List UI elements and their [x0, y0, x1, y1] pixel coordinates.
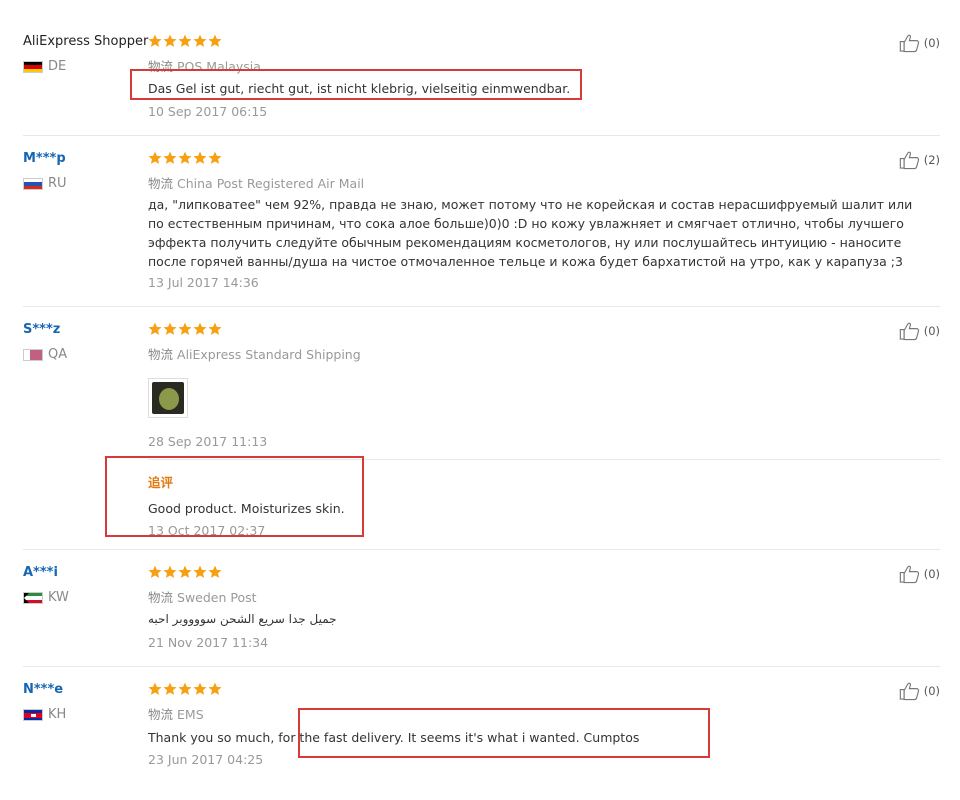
- review-date: 10 Sep 2017 06:15: [148, 104, 268, 119]
- country-flag-kw: [23, 592, 43, 604]
- review-text: جميل جدا سريع الشحن سووووبر احبه: [148, 612, 337, 626]
- highlight-box: [298, 708, 710, 758]
- reviewer-name[interactable]: N***e: [23, 682, 63, 697]
- logistics-label: 物流: [148, 347, 174, 362]
- logistics-carrier: China Post Registered Air Mail: [177, 176, 365, 191]
- country-flag-ru: [23, 178, 43, 190]
- like-button[interactable]: (2): [898, 150, 940, 170]
- logistics-label: 物流: [148, 176, 174, 191]
- reviewer-name[interactable]: A***i: [23, 565, 58, 580]
- like-button[interactable]: (0): [898, 321, 940, 341]
- like-button[interactable]: (0): [898, 33, 940, 53]
- reviewer-country: QA: [48, 347, 68, 362]
- star-rating: [148, 564, 222, 580]
- review-date: 23 Jun 2017 04:25: [148, 752, 264, 767]
- country-flag-qa: [23, 349, 43, 361]
- star-rating: [148, 681, 222, 697]
- reviewer-name[interactable]: M***p: [23, 151, 66, 166]
- review-divider: [23, 306, 940, 307]
- highlight-box: [105, 456, 364, 537]
- reviewer-country: KH: [48, 707, 67, 722]
- thumbs-up-icon: [899, 151, 920, 170]
- review-divider: [23, 666, 940, 667]
- star-rating: [148, 150, 222, 166]
- reviewer-name[interactable]: S***z: [23, 322, 60, 337]
- highlight-box: [130, 69, 582, 100]
- review-date: 28 Sep 2017 11:13: [148, 434, 268, 449]
- reviewer-name: AliExpress Shopper: [23, 34, 149, 49]
- like-count: (0): [923, 684, 940, 698]
- review-date: 13 Jul 2017 14:36: [148, 275, 259, 290]
- logistics-label: 物流: [148, 707, 174, 722]
- country-flag-de: [23, 61, 43, 73]
- like-button[interactable]: (0): [898, 681, 940, 701]
- thumbs-up-icon: [899, 322, 920, 341]
- logistics-carrier: AliExpress Standard Shipping: [177, 347, 361, 362]
- logistics-carrier: EMS: [177, 707, 204, 722]
- logistics-info: 物流 China Post Registered Air Mail: [148, 173, 364, 192]
- review-photo-thumbnail[interactable]: [148, 378, 188, 418]
- country-flag-kh: [23, 709, 43, 721]
- logistics-info: 物流 EMS: [148, 704, 204, 723]
- like-button[interactable]: (0): [898, 564, 940, 584]
- thumbs-up-icon: [899, 565, 920, 584]
- star-rating: [148, 33, 222, 49]
- review-text: да, "липковатее" чем 92%, правда не знаю…: [148, 197, 913, 269]
- reviewer-country: KW: [48, 590, 69, 605]
- logistics-label: 物流: [148, 590, 174, 605]
- logistics-carrier: Sweden Post: [177, 590, 257, 605]
- like-count: (0): [923, 324, 940, 338]
- like-count: (2): [923, 153, 940, 167]
- thumbs-up-icon: [899, 682, 920, 701]
- like-count: (0): [923, 36, 940, 50]
- thumbs-up-icon: [899, 34, 920, 53]
- logistics-info: 物流 AliExpress Standard Shipping: [148, 344, 361, 363]
- star-rating: [148, 321, 222, 337]
- reviewer-country: DE: [48, 59, 67, 74]
- review-divider: [23, 135, 940, 136]
- review-divider: [23, 549, 940, 550]
- reviewer-country: RU: [48, 176, 67, 191]
- logistics-info: 物流 Sweden Post: [148, 587, 257, 606]
- like-count: (0): [923, 567, 940, 581]
- review-date: 21 Nov 2017 11:34: [148, 635, 269, 650]
